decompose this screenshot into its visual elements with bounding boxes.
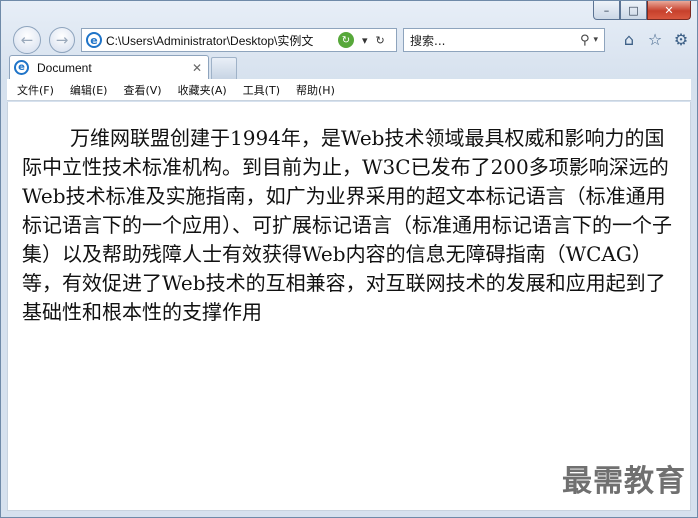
minimize-button[interactable]: –: [593, 1, 620, 20]
home-icon[interactable]: ⌂: [619, 29, 639, 49]
new-tab-button[interactable]: [211, 57, 237, 79]
maximize-button[interactable]: □: [620, 1, 647, 20]
ie-page-icon: e: [86, 32, 102, 48]
menu-bar: 文件(F) 编辑(E) 查看(V) 收藏夹(A) 工具(T) 帮助(H): [7, 79, 691, 101]
search-input[interactable]: 搜索...: [404, 32, 580, 49]
menu-file[interactable]: 文件(F): [17, 82, 54, 98]
tab-row: e Document ✕: [1, 53, 697, 79]
dropdown-arrow-icon[interactable]: ▾: [362, 34, 368, 47]
watermark: 最需教育: [562, 464, 686, 499]
back-button[interactable]: ←: [13, 26, 41, 54]
browser-window: – □ ✕ ← → e C:\Users\Administrator\Deskt…: [0, 0, 698, 518]
address-bar[interactable]: e C:\Users\Administrator\Desktop\实例文 ↻ ▾…: [81, 28, 397, 52]
tab-title: Document: [37, 60, 92, 75]
menu-tools[interactable]: 工具(T): [243, 82, 280, 98]
gear-icon[interactable]: ⚙: [671, 29, 691, 49]
ie-tab-icon: e: [14, 60, 29, 75]
menu-view[interactable]: 查看(V): [123, 82, 161, 98]
compatibility-view-icon[interactable]: ↻: [338, 32, 354, 48]
tab-close-icon[interactable]: ✕: [192, 61, 202, 75]
refresh-icon[interactable]: ↻: [376, 34, 385, 47]
search-box[interactable]: 搜索... ⚲ ▾: [403, 28, 605, 52]
tab-document[interactable]: e Document ✕: [9, 55, 209, 79]
menu-help[interactable]: 帮助(H): [296, 82, 335, 98]
search-dropdown-icon[interactable]: ▾: [593, 35, 598, 45]
navigation-row: ← → e C:\Users\Administrator\Desktop\实例文…: [1, 23, 697, 57]
toolbar-icons: ⌂ ☆ ⚙: [619, 29, 691, 49]
search-icon[interactable]: ⚲: [580, 33, 590, 48]
favorites-star-icon[interactable]: ☆: [645, 29, 665, 49]
forward-arrow-icon: →: [55, 31, 69, 49]
back-arrow-icon: ←: [20, 31, 34, 49]
menu-edit[interactable]: 编辑(E): [70, 82, 108, 98]
page-content: 万维网联盟创建于1994年，是Web技术领域最具权威和影响力的国际中立性技术标准…: [7, 102, 691, 511]
forward-button[interactable]: →: [49, 27, 75, 53]
caption-buttons: – □ ✕: [593, 1, 691, 21]
body-paragraph: 万维网联盟创建于1994年，是Web技术领域最具权威和影响力的国际中立性技术标准…: [22, 126, 672, 324]
address-text[interactable]: C:\Users\Administrator\Desktop\实例文: [106, 32, 336, 49]
menu-favorites[interactable]: 收藏夹(A): [178, 82, 227, 98]
close-button[interactable]: ✕: [647, 1, 691, 20]
